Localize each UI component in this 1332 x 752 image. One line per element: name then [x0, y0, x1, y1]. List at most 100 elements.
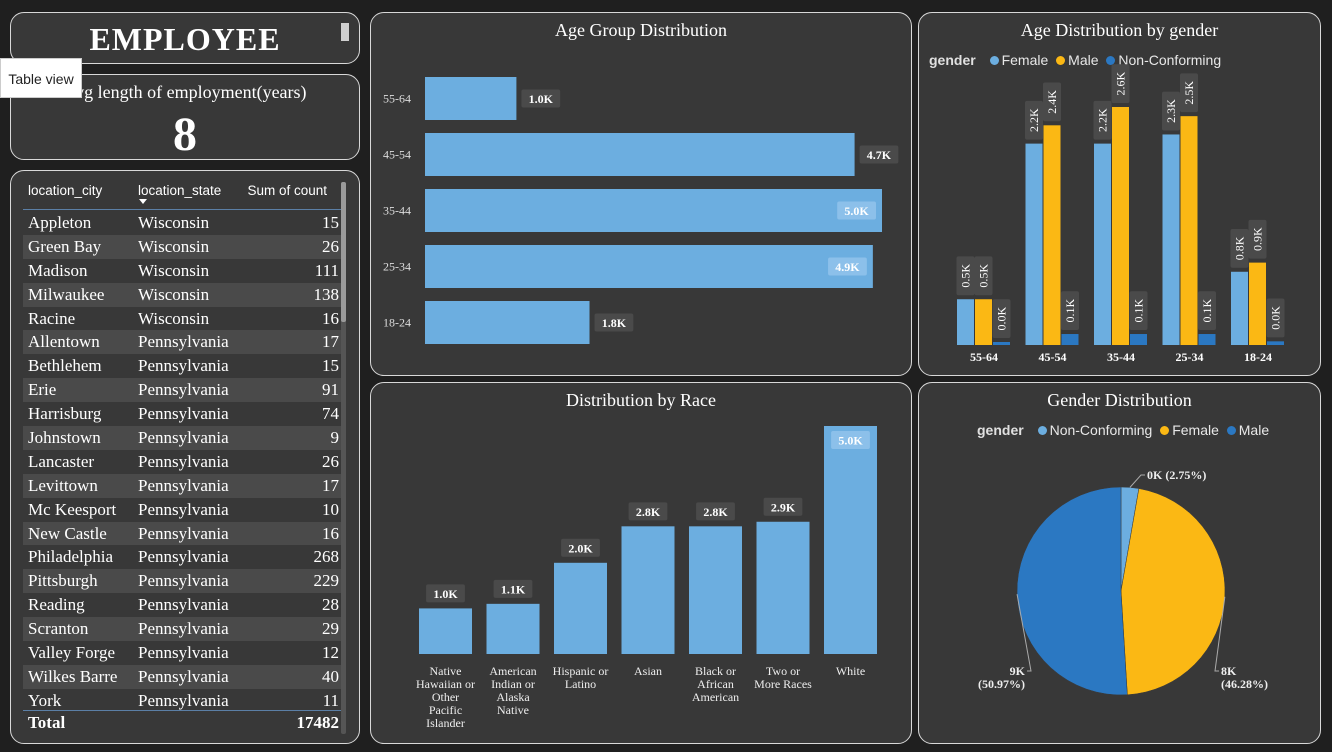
- race-bar[interactable]: [824, 426, 877, 654]
- cell-count: 91: [322, 380, 339, 400]
- cell-city: Racine: [28, 308, 76, 328]
- pie-label-percent: (46.28%): [1221, 677, 1268, 691]
- race-data-label: 2.8K: [636, 505, 661, 519]
- table-row[interactable]: Wilkes Barre Pennsylvania 40: [23, 664, 345, 689]
- table-row[interactable]: Valley Forge Pennsylvania 12: [23, 641, 345, 665]
- age-tick-label: 25-34: [383, 260, 411, 274]
- race-data-label: 1.0K: [433, 587, 458, 601]
- race-tick-label: Native: [430, 664, 462, 678]
- race-bar[interactable]: [419, 608, 472, 654]
- race-data-label: 5.0K: [838, 434, 863, 448]
- table-row[interactable]: Milwaukee Wisconsin 138: [23, 282, 345, 307]
- cell-city: Valley Forge: [28, 643, 116, 663]
- race-bar[interactable]: [486, 603, 540, 654]
- race-bar[interactable]: [756, 521, 810, 654]
- table-row[interactable]: Levittown Pennsylvania 17: [23, 473, 345, 498]
- race-tick-label: American: [489, 664, 536, 678]
- table-row[interactable]: Philadelphia Pennsylvania 268: [23, 545, 345, 569]
- race-bar[interactable]: [689, 526, 742, 654]
- age-bar[interactable]: [425, 77, 517, 120]
- gender-bar-male[interactable]: [1043, 125, 1061, 345]
- table-row[interactable]: Racine Wisconsin 16: [23, 307, 345, 331]
- table-row[interactable]: Allentown Pennsylvania 17: [23, 330, 345, 355]
- age-data-label: 4.9K: [835, 260, 860, 274]
- page-title: EMPLOYEE: [89, 21, 281, 57]
- table-row[interactable]: Green Bay Wisconsin 26: [23, 234, 345, 259]
- gender-bar-non-conforming[interactable]: [1267, 341, 1284, 345]
- cell-state: Pennsylvania: [138, 523, 229, 543]
- gender-pie-svg: 0K (2.75%) 8K(46.28%) 9K(50.97%): [978, 468, 1268, 696]
- table-row[interactable]: New Castle Pennsylvania 16: [23, 521, 345, 546]
- gender-bar-female[interactable]: [1094, 143, 1111, 345]
- race-bar[interactable]: [621, 526, 675, 654]
- table-row[interactable]: Johnstown Pennsylvania 9: [23, 426, 345, 450]
- race-chart: Distribution by Race 1.0K Native Hawaiian …: [370, 382, 912, 744]
- table-scroll-thumb[interactable]: [341, 182, 346, 322]
- title-scroll-handle[interactable]: [341, 23, 349, 41]
- gender-bar-male[interactable]: [1112, 107, 1129, 345]
- table-row[interactable]: Madison Wisconsin 111: [23, 259, 345, 283]
- pie-slice-male[interactable]: [1016, 486, 1128, 696]
- gender-bar-non-conforming[interactable]: [1130, 334, 1147, 345]
- table-row[interactable]: Harrisburg Pennsylvania 74: [23, 402, 345, 426]
- gender-data-label: 0.9K: [1251, 227, 1265, 251]
- race-tick-label: Alaska: [496, 690, 530, 704]
- cell-city: Johnstown: [28, 428, 101, 448]
- gender-data-label: 2.6K: [1114, 71, 1128, 95]
- cell-city: Bethlehem: [28, 356, 102, 376]
- table-view-tooltip[interactable]: Table view: [0, 58, 82, 98]
- cell-state: Pennsylvania: [138, 451, 229, 471]
- column-header-state[interactable]: location_state: [138, 183, 221, 198]
- gender-bar-female[interactable]: [1025, 143, 1043, 345]
- column-header-city[interactable]: location_city: [28, 183, 102, 198]
- race-tick-label: Black or: [695, 664, 736, 678]
- cell-state: Pennsylvania: [138, 666, 229, 686]
- cell-state: Pennsylvania: [138, 356, 229, 376]
- table-row[interactable]: Lancaster Pennsylvania 26: [23, 450, 345, 474]
- gender-bar-male[interactable]: [975, 299, 992, 345]
- gender-data-label: 0.5K: [977, 264, 991, 288]
- cell-count: 40: [322, 666, 339, 686]
- table-row[interactable]: Pittsburgh Pennsylvania 229: [23, 569, 345, 594]
- age-bar[interactable]: [425, 133, 855, 176]
- gender-bar-female[interactable]: [1231, 271, 1248, 345]
- gender-data-label: 0.1K: [1063, 298, 1077, 322]
- cell-count: 111: [314, 260, 339, 280]
- gender-pie-chart: Gender Distribution gender Non-Conformin…: [918, 382, 1321, 744]
- cell-city: Mc Keesport: [28, 499, 117, 519]
- cell-city: Allentown: [28, 332, 100, 352]
- table-row[interactable]: Reading Pennsylvania 28: [23, 593, 345, 617]
- gender-data-label: 2.2K: [1096, 108, 1110, 132]
- race-data-label: 2.8K: [703, 505, 728, 519]
- table-scrollbar[interactable]: [341, 182, 346, 734]
- cell-state: Wisconsin: [138, 213, 210, 232]
- age-bar[interactable]: [425, 245, 873, 288]
- table-row[interactable]: Appleton Wisconsin 15: [23, 211, 345, 235]
- column-header-count[interactable]: Sum of count: [247, 183, 327, 198]
- age-bar[interactable]: [425, 301, 590, 344]
- age-data-label: 1.8K: [602, 316, 627, 330]
- gender-bar-non-conforming[interactable]: [1061, 334, 1079, 345]
- gender-bar-non-conforming[interactable]: [993, 342, 1010, 345]
- table-body: Appleton Wisconsin 15 Green Bay Wisconsin 26 M…: [23, 211, 345, 713]
- gender-bar-male[interactable]: [1249, 262, 1266, 345]
- pie-slice-female[interactable]: [1120, 488, 1226, 696]
- table-row[interactable]: Scranton Pennsylvania 29: [23, 617, 345, 642]
- sort-down-icon[interactable]: [139, 199, 147, 204]
- gender-bar-male[interactable]: [1180, 116, 1198, 346]
- gender-bar-non-conforming[interactable]: [1198, 334, 1216, 345]
- gender-bar-female[interactable]: [1162, 134, 1180, 345]
- table-row[interactable]: Erie Pennsylvania 91: [23, 378, 345, 403]
- kpi-value: 8: [173, 108, 197, 161]
- age-group-svg: 55-64 1.0K 45-54 4.7K 35-44 5.0K 25-34 4.9K 18-2…: [383, 77, 899, 344]
- age-bar[interactable]: [425, 189, 882, 232]
- pie-leader-line: [1129, 474, 1145, 488]
- cell-count: 26: [322, 451, 339, 471]
- gender-bar-female[interactable]: [957, 299, 974, 345]
- table-row[interactable]: Bethlehem Pennsylvania 15: [23, 354, 345, 378]
- table-row[interactable]: Mc Keesport Pennsylvania 10: [23, 498, 345, 522]
- race-bar[interactable]: [554, 562, 607, 654]
- cell-city: Wilkes Barre: [28, 666, 118, 686]
- cell-state: Pennsylvania: [138, 428, 229, 448]
- age-data-label: 1.0K: [529, 92, 554, 106]
